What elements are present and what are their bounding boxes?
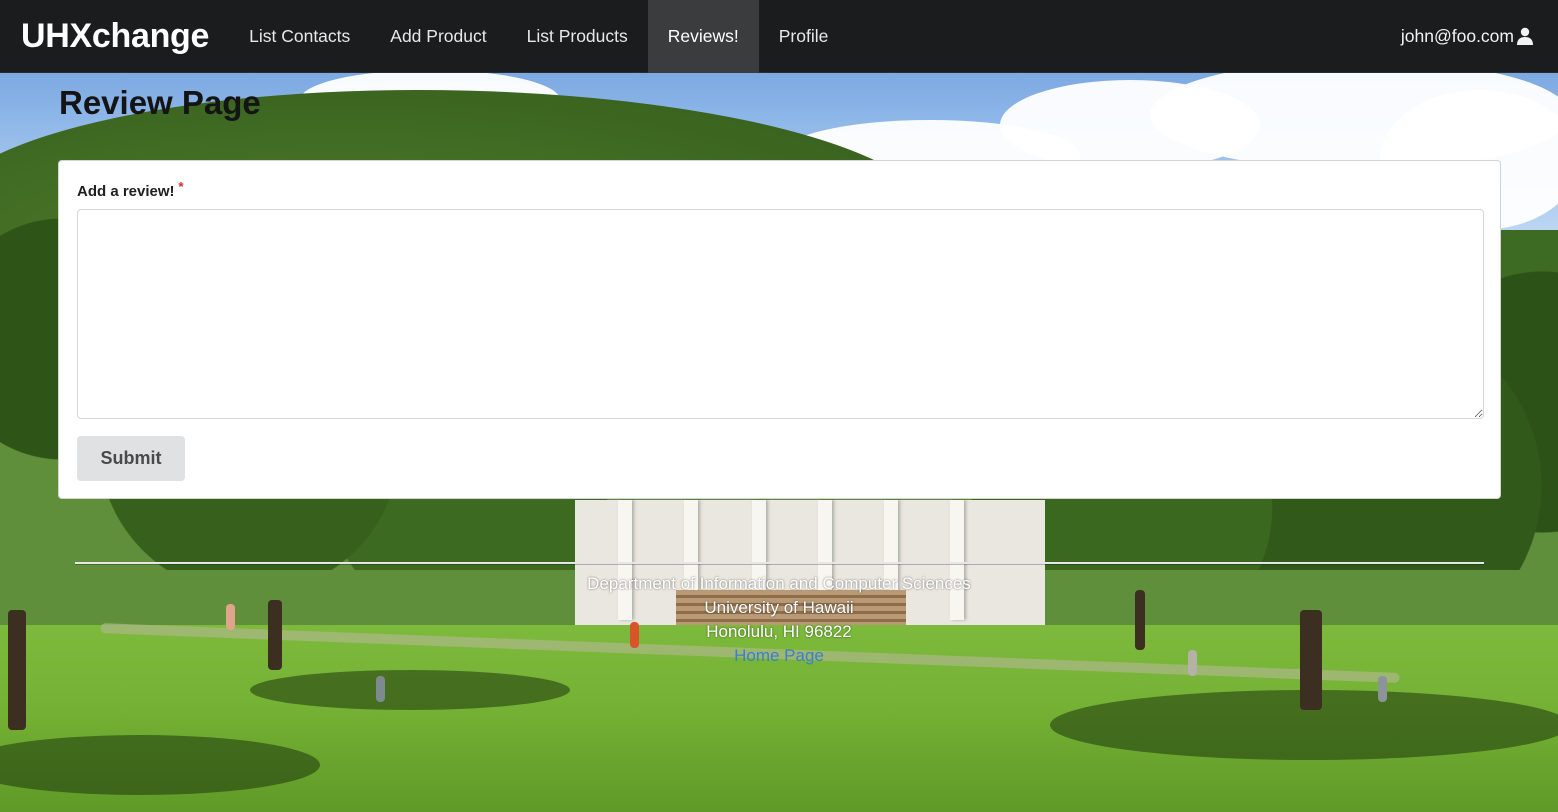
required-marker: *	[178, 179, 184, 194]
nav-item-list-contacts[interactable]: List Contacts	[229, 0, 370, 73]
top-navbar: UHXchange List Contacts Add Product List…	[0, 0, 1558, 73]
footer-department: Department of Information and Computer S…	[587, 574, 971, 593]
review-textarea[interactable]	[77, 209, 1484, 419]
footer-address: Honolulu, HI 96822	[706, 622, 852, 641]
nav-item-list-products[interactable]: List Products	[507, 0, 648, 73]
footer-university: University of Hawaii	[704, 598, 854, 617]
footer: Department of Information and Computer S…	[0, 572, 1558, 668]
submit-button[interactable]: Submit	[77, 436, 185, 481]
footer-divider	[75, 562, 1484, 564]
nav-item-add-product[interactable]: Add Product	[370, 0, 506, 73]
review-form-card: Add a review! * Submit	[58, 160, 1501, 499]
footer-home-link[interactable]: Home Page	[734, 646, 824, 665]
user-email: john@foo.com	[1400, 25, 1514, 46]
review-field-label: Add a review! *	[77, 179, 184, 200]
nav-item-reviews[interactable]: Reviews!	[647, 0, 759, 73]
brand-logo[interactable]: UHXchange	[0, 17, 229, 56]
page-title: Review Page	[59, 84, 261, 121]
nav-item-profile[interactable]: Profile	[759, 0, 849, 73]
user-icon	[1517, 27, 1533, 45]
review-label-text: Add a review!	[77, 183, 175, 200]
user-menu[interactable]: john@foo.com	[1401, 26, 1558, 47]
